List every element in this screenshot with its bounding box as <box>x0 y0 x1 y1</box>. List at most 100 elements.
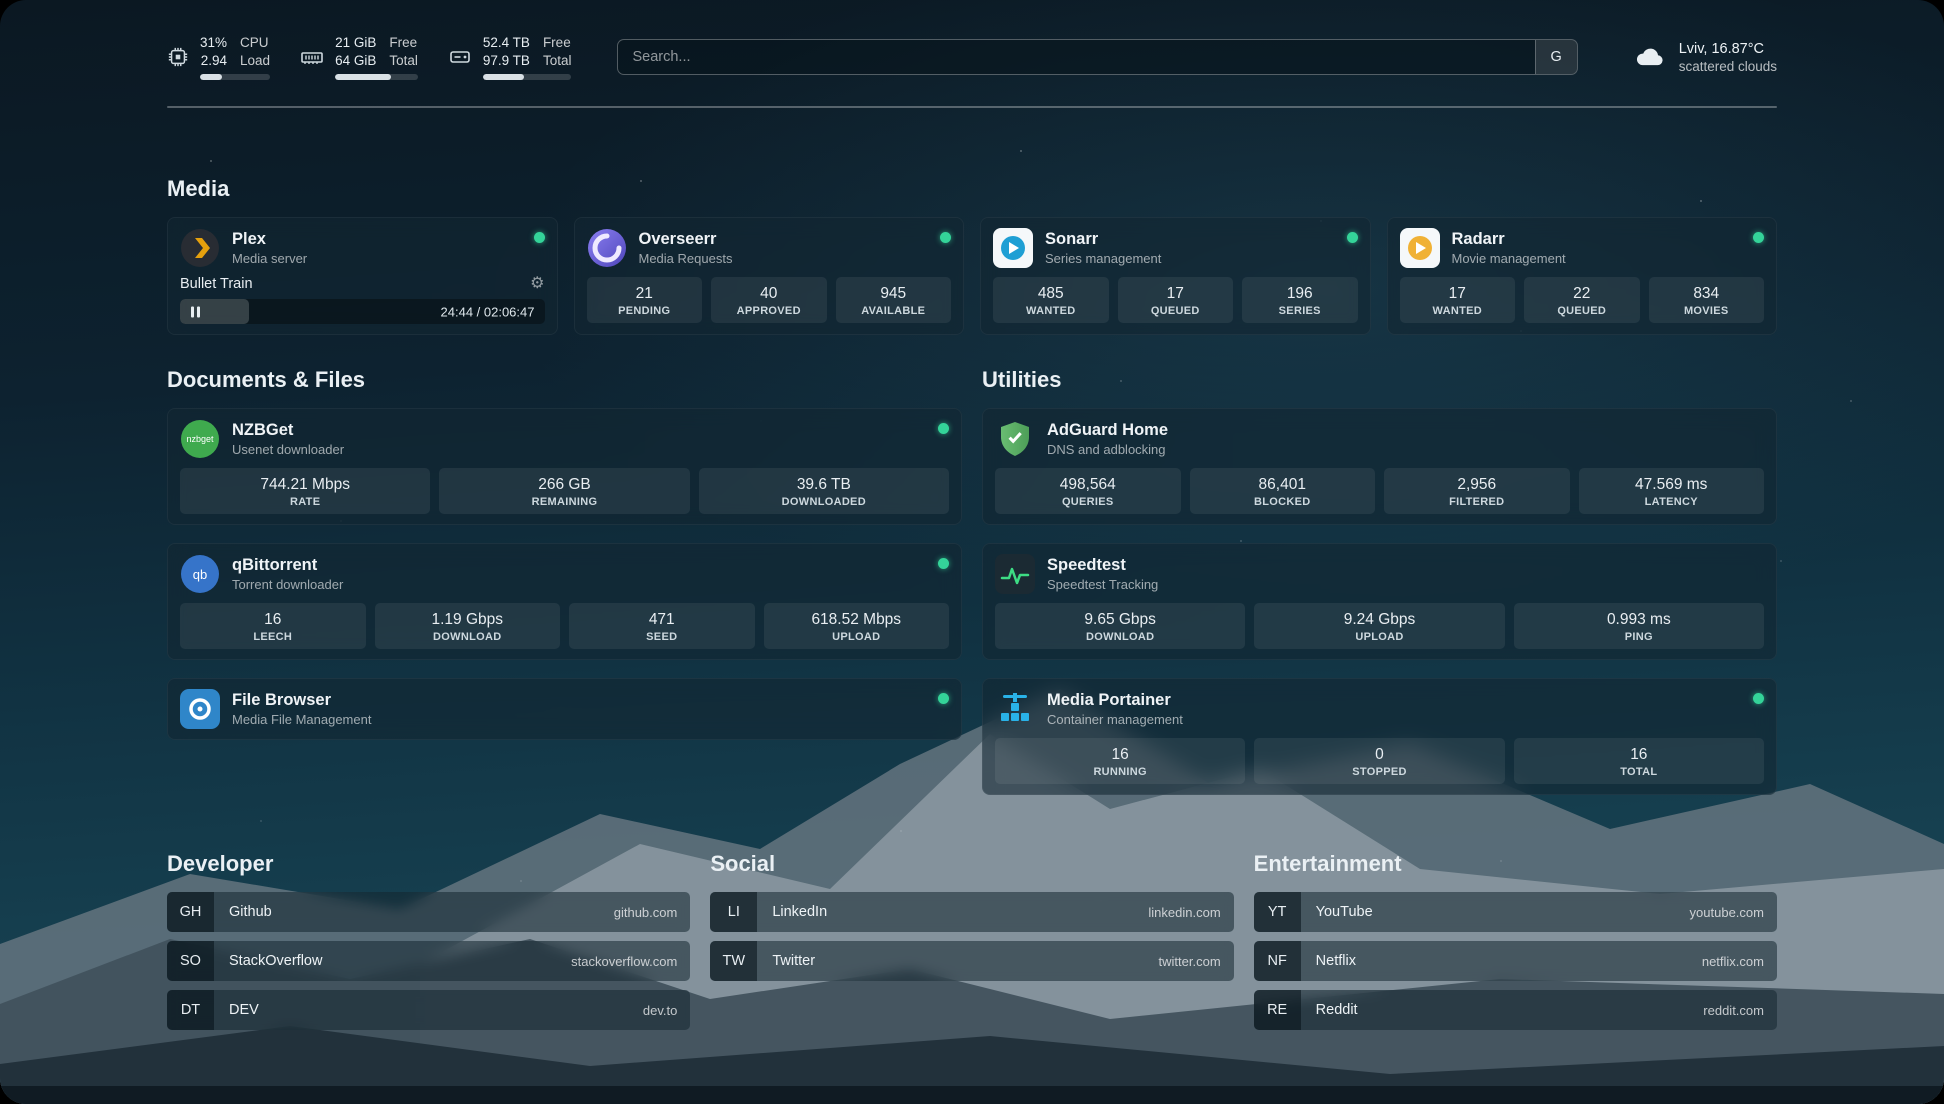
header-divider <box>167 106 1777 108</box>
service-card-qbittorrent: qb qBittorrent Torrent downloader 16 <box>167 543 962 660</box>
service-subtitle: Series management <box>1045 250 1335 267</box>
stat-label: RATE <box>182 496 428 508</box>
memory-free: 21 GiB <box>335 34 376 51</box>
stat-filtered: 2,956 FILTERED <box>1384 468 1570 514</box>
search-provider-button[interactable]: G <box>1535 40 1577 74</box>
bookmark-dev[interactable]: DT DEV dev.to <box>167 990 690 1030</box>
section-documents: Documents & Files nzbget NZBGet Usenet d… <box>167 367 962 795</box>
stat-value: 22 <box>1526 284 1638 303</box>
bookmark-label: LinkedIn <box>772 904 1148 920</box>
service-stats: 485 WANTED 17 QUEUED 196 SERIES <box>993 277 1358 323</box>
weather-condition: scattered clouds <box>1679 58 1777 75</box>
service-stats: 17 WANTED 22 QUEUED 834 MOVIES <box>1400 277 1765 323</box>
stat-label: AVAILABLE <box>838 305 950 317</box>
service-text: NZBGet Usenet downloader <box>232 420 926 458</box>
disk-free-label: Free <box>543 34 572 51</box>
memory-total: 64 GiB <box>335 52 376 69</box>
service-link-qbittorrent[interactable]: qb qBittorrent Torrent downloader <box>180 554 949 594</box>
stat-label: DOWNLOADED <box>701 496 947 508</box>
stat-label: LATENCY <box>1581 496 1763 508</box>
status-online-dot <box>938 693 949 704</box>
status-online-dot <box>940 232 951 243</box>
stat-seed: 471 SEED <box>569 603 755 649</box>
stat-value: 47.569 ms <box>1581 475 1763 494</box>
bookmark-url: reddit.com <box>1703 1003 1764 1018</box>
service-link-sonarr[interactable]: Sonarr Series management <box>993 228 1358 268</box>
service-text: Sonarr Series management <box>1045 229 1335 267</box>
stat-queued: 17 QUEUED <box>1118 277 1234 323</box>
weather-widget[interactable]: Lviv, 16.87°C scattered clouds <box>1630 40 1777 75</box>
service-link-overseerr[interactable]: Overseerr Media Requests <box>587 228 952 268</box>
bookmark-youtube[interactable]: YT YouTube youtube.com <box>1254 892 1777 932</box>
service-card-speedtest: Speedtest Speedtest Tracking 9.65 Gbps D… <box>982 543 1777 660</box>
service-name: File Browser <box>232 690 926 711</box>
stat-value: 86,401 <box>1192 475 1374 494</box>
search-input[interactable] <box>618 40 1534 74</box>
overseerr-icon <box>587 228 627 268</box>
bookmark-label: StackOverflow <box>229 953 571 969</box>
stat-label: UPLOAD <box>766 631 948 643</box>
bookmark-url: netflix.com <box>1702 954 1764 969</box>
stat-stopped: 0 STOPPED <box>1254 738 1504 784</box>
bookmark-netflix[interactable]: NF Netflix netflix.com <box>1254 941 1777 981</box>
memory-usage-bar <box>335 74 418 80</box>
adguard-shield-icon <box>995 419 1035 459</box>
stat-value: 40 <box>713 284 825 303</box>
bookmark-linkedin[interactable]: LI LinkedIn linkedin.com <box>710 892 1233 932</box>
plex-icon <box>180 228 220 268</box>
status-online-dot <box>938 558 949 569</box>
bookmark-abbr: LI <box>710 892 757 932</box>
service-text: Media Portainer Container management <box>1047 690 1741 728</box>
bookmark-reddit[interactable]: RE Reddit reddit.com <box>1254 990 1777 1030</box>
weather-location: Lviv, 16.87°C <box>1679 40 1777 58</box>
plex-now-playing-row: Bullet Train ⚙ <box>180 276 545 292</box>
service-card-sonarr: Sonarr Series management 485 WANTED 17 Q… <box>980 217 1371 335</box>
stat-value: 17 <box>1402 284 1514 303</box>
service-stats: 498,564 QUERIES 86,401 BLOCKED 2,956 FIL… <box>995 468 1764 514</box>
bookmark-label: Reddit <box>1316 1002 1704 1018</box>
bookmark-url: dev.to <box>643 1003 677 1018</box>
stat-value: 618.52 Mbps <box>766 610 948 629</box>
cpu-monitor: 31% CPU 2.94 Load <box>167 34 270 80</box>
service-link-plex[interactable]: Plex Media server <box>180 228 545 268</box>
stat-upload: 9.24 Gbps UPLOAD <box>1254 603 1504 649</box>
stat-label: PENDING <box>589 305 701 317</box>
stat-value: 196 <box>1244 284 1356 303</box>
memory-free-label: Free <box>389 34 418 51</box>
portainer-icon <box>995 689 1035 729</box>
service-link-radarr[interactable]: Radarr Movie management <box>1400 228 1765 268</box>
cpu-label: CPU <box>240 34 270 51</box>
bookmark-stackoverflow[interactable]: SO StackOverflow stackoverflow.com <box>167 941 690 981</box>
service-link-filebrowser[interactable]: File Browser Media File Management <box>180 689 949 729</box>
bookmark-label: DEV <box>229 1002 643 1018</box>
service-stats: 744.21 Mbps RATE 266 GB REMAINING 39.6 T… <box>180 468 949 514</box>
cpu-load: 2.94 <box>200 52 227 69</box>
service-subtitle: DNS and adblocking <box>1047 441 1764 458</box>
service-link-speedtest[interactable]: Speedtest Speedtest Tracking <box>995 554 1764 594</box>
service-stats: 21 PENDING 40 APPROVED 945 AVAILABLE <box>587 277 952 323</box>
stat-wanted: 485 WANTED <box>993 277 1109 323</box>
stat-total: 16 TOTAL <box>1514 738 1764 784</box>
stat-downloaded: 39.6 TB DOWNLOADED <box>699 468 949 514</box>
gear-icon[interactable]: ⚙ <box>530 276 544 292</box>
bookmark-github[interactable]: GH Github github.com <box>167 892 690 932</box>
middle-columns: Documents & Files nzbget NZBGet Usenet d… <box>167 367 1777 795</box>
stat-value: 16 <box>1516 745 1762 764</box>
service-link-adguard[interactable]: AdGuard Home DNS and adblocking <box>995 419 1764 459</box>
service-link-nzbget[interactable]: nzbget NZBGet Usenet downloader <box>180 419 949 459</box>
service-text: Overseerr Media Requests <box>639 229 929 267</box>
service-card-filebrowser: File Browser Media File Management <box>167 678 962 740</box>
stat-label: LEECH <box>182 631 364 643</box>
service-link-portainer[interactable]: Media Portainer Container management <box>995 689 1764 729</box>
search-bar: G <box>617 39 1577 75</box>
stat-available: 945 AVAILABLE <box>836 277 952 323</box>
bookmark-twitter[interactable]: TW Twitter twitter.com <box>710 941 1233 981</box>
plex-progress-bar[interactable]: 24:44 / 02:06:47 <box>180 299 545 324</box>
stat-value: 471 <box>571 610 753 629</box>
pause-button[interactable] <box>188 303 203 320</box>
stat-value: 1.19 Gbps <box>377 610 559 629</box>
stat-label: UPLOAD <box>1256 631 1502 643</box>
section-utilities: Utilities AdGuard Home DNS and adblockin… <box>982 367 1777 795</box>
section-title-utilities: Utilities <box>982 367 1777 393</box>
stat-label: FILTERED <box>1386 496 1568 508</box>
